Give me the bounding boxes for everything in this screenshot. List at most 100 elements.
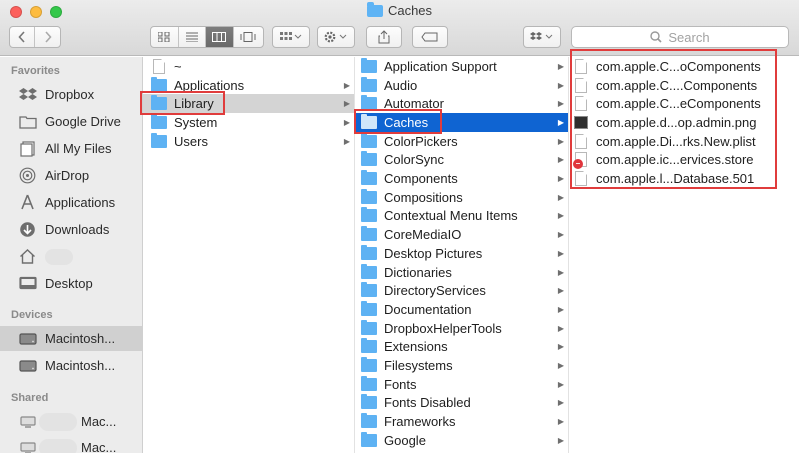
column-item-label: Fonts [384,376,417,392]
column-item-application-support[interactable]: Application Support ▶ [355,57,568,76]
column-item-directoryservices[interactable]: DirectoryServices ▶ [355,281,568,300]
navigation-buttons [9,26,61,48]
search-placeholder: Search [668,29,710,45]
dropbox-icon [18,86,37,103]
column-item-users[interactable]: Users ▶ [143,132,354,151]
cache-file-item[interactable]: com.apple.C...oComponents [569,57,798,76]
hard-drive-icon [18,330,37,347]
column-item-automator[interactable]: Automator ▶ [355,94,568,113]
column-item-google[interactable]: Google ▶ [355,431,568,450]
document-icon [575,133,587,149]
column-item-compositions[interactable]: Compositions ▶ [355,188,568,207]
window-title: Caches [0,1,799,18]
column-view-button[interactable] [206,27,234,47]
disclosure-arrow-icon: ▶ [557,286,564,296]
folder-icon [361,170,377,186]
column-item-home[interactable]: ~ [143,57,354,76]
disclosure-arrow-icon: ▶ [343,80,350,90]
search-input[interactable]: Search [571,26,789,48]
column-item-documentation[interactable]: Documentation ▶ [355,300,568,319]
folder-icon [361,188,377,204]
cache-file-item[interactable]: com.apple.Di...rks.New.plist [569,132,798,151]
list-view-button[interactable] [179,27,207,47]
cover-flow-view-button[interactable] [234,27,263,47]
sidebar-item-home[interactable] [0,244,143,269]
column-item-library[interactable]: Library ▶ [143,94,354,114]
disclosure-arrow-icon: ▶ [343,99,350,109]
column-item-filesystems[interactable]: Filesystems ▶ [355,356,568,375]
folder-icon [361,151,377,167]
column-item-applications[interactable]: Applications ▶ [143,76,354,95]
sidebar-item-shared-mac-1[interactable]: Mac... [0,409,143,434]
column-item-dictionaries[interactable]: Dictionaries ▶ [355,263,568,282]
sidebar-item-desktop[interactable]: Desktop [0,271,143,296]
column-item-label: Documentation [384,301,472,317]
column-item-fonts[interactable]: Fonts ▶ [355,375,568,394]
folder-icon [366,1,383,17]
cache-file-label: com.apple.Di...rks.New.plist [596,133,756,149]
sidebar-item-label: Desktop [45,276,93,291]
sidebar-header-devices: Devices [11,309,53,321]
column-item-system[interactable]: System ▶ [143,113,354,132]
dropbox-toolbar-button[interactable] [523,26,561,48]
folder-icon [361,375,377,391]
cache-file-item[interactable]: com.apple.ic...ervices.store [569,151,798,170]
column-item-caches[interactable]: Caches ▶ [355,113,568,132]
column-item-dropboxhelpertools[interactable]: DropboxHelperTools ▶ [355,319,568,338]
arrange-button[interactable] [272,26,310,48]
users-folder-icon [151,132,167,148]
column-item-contextual-menu-items[interactable]: Contextual Menu Items ▶ [355,207,568,226]
sidebar-item-label: Mac... [81,414,117,429]
cache-file-item[interactable]: com.apple.C....Components [569,76,798,95]
disclosure-arrow-icon: ▶ [557,398,564,408]
column-item-fonts-disabled[interactable]: Fonts Disabled ▶ [355,394,568,413]
back-button[interactable] [10,27,36,47]
column-item-label: DirectoryServices [384,283,486,299]
disclosure-arrow-icon: ▶ [557,136,564,146]
arrange-icon [280,32,302,40]
column-item-desktop-pictures[interactable]: Desktop Pictures ▶ [355,244,568,263]
column-item-components[interactable]: Components ▶ [355,169,568,188]
sidebar-item-label: All My Files [45,141,112,156]
sidebar-item-downloads[interactable]: Downloads [0,217,143,242]
column-item-label: Dictionaries [384,264,452,280]
disclosure-arrow-icon: ▶ [557,304,564,314]
document-icon [153,58,165,74]
cache-file-item[interactable]: com.apple.C...eComponents [569,94,798,113]
share-button[interactable] [366,26,402,48]
column-item-label: Automator [384,96,444,112]
sidebar-item-applications[interactable]: Applications [0,190,143,215]
column-item-label: Desktop Pictures [384,245,483,261]
cache-file-label: com.apple.ic...ervices.store [596,152,754,168]
column-item-colorpickers[interactable]: ColorPickers ▶ [355,132,568,151]
sidebar-item-airdrop[interactable]: AirDrop [0,163,143,188]
column-library: Application Support ▶ Audio ▶ Automator ▶ Cach… [355,57,569,453]
column-item-extensions[interactable]: Extensions ▶ [355,338,568,357]
sidebar-item-google-drive[interactable]: Google Drive [0,109,143,134]
action-button[interactable] [317,26,355,48]
sidebar-item-label: Dropbox [45,87,95,102]
column-item-colorsync[interactable]: ColorSync ▶ [355,151,568,170]
column-item-audio[interactable]: Audio ▶ [355,76,568,95]
folder-icon [18,113,37,130]
cache-file-item[interactable]: com.apple.l...Database.501 [569,169,798,188]
icon-view-button[interactable] [151,27,179,47]
redacted-username [45,248,73,265]
sidebar-item-dropbox[interactable]: Dropbox [0,82,143,107]
forward-button[interactable] [35,27,60,47]
sidebar-item-macintosh-hd[interactable]: Macintosh... [0,326,143,351]
image-icon [574,115,588,129]
tag-icon [421,32,438,42]
cache-file-label: com.apple.l...Database.501 [596,171,755,187]
column-item-coremediaio[interactable]: CoreMediaIO ▶ [355,225,568,244]
column-item-frameworks[interactable]: Frameworks ▶ [355,412,568,431]
sidebar-item-label: Downloads [45,222,110,237]
sidebar-item-all-my-files[interactable]: All My Files [0,136,143,161]
cache-file-item[interactable]: com.apple.d...op.admin.png [569,113,798,132]
column-item-label: ColorSync [384,152,444,168]
sidebar-item-shared-mac-2[interactable]: Mac... [0,435,143,453]
tags-button[interactable] [412,26,448,48]
list-icon [185,32,198,42]
sidebar-item-macintosh-2[interactable]: Macintosh... [0,353,143,378]
disclosure-arrow-icon: ▶ [557,379,564,389]
